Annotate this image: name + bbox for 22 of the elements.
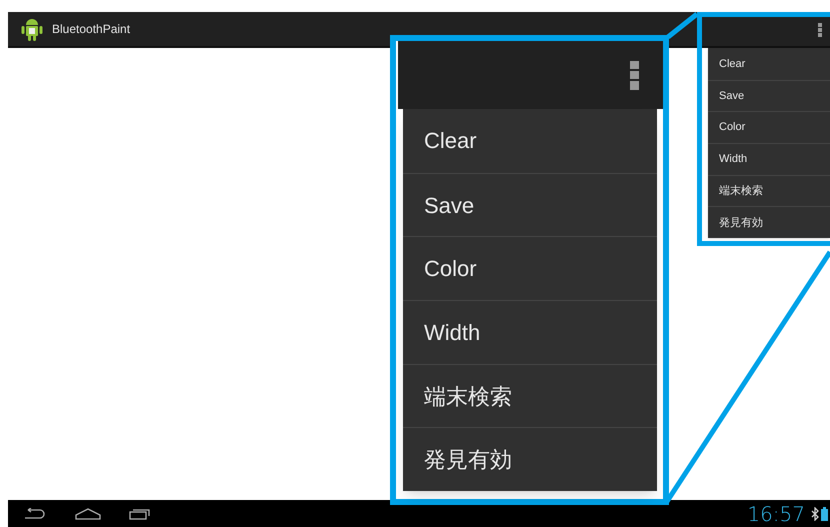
menu-item[interactable]: Save [403,172,657,236]
menu-item[interactable]: 端末検索 [403,364,657,428]
battery-icon [821,506,828,520]
app-title: BluetoothPaint [52,21,130,38]
bluetooth-icon [811,506,819,520]
menu-item[interactable]: Save [708,80,830,112]
recent-apps-icon[interactable] [129,508,151,520]
overflow-menu-icon[interactable] [630,60,639,90]
menu-item[interactable]: Width [708,143,830,175]
menu-item[interactable]: 端末検索 [708,174,830,206]
android-robot-icon [20,16,44,42]
menu-item[interactable]: Clear [403,109,657,173]
menu-item[interactable]: Color [403,236,657,300]
home-icon[interactable] [75,508,101,520]
menu-item[interactable]: 発見有効 [708,206,830,238]
menu-item[interactable]: 発見有効 [403,427,657,492]
overflow-menu-icon[interactable] [818,23,822,37]
menu-item[interactable]: Clear [708,48,830,80]
menu-item[interactable]: Width [403,300,657,364]
menu-item[interactable]: Color [708,111,830,144]
back-icon[interactable] [23,508,45,520]
clock: 16:57 [747,500,805,527]
